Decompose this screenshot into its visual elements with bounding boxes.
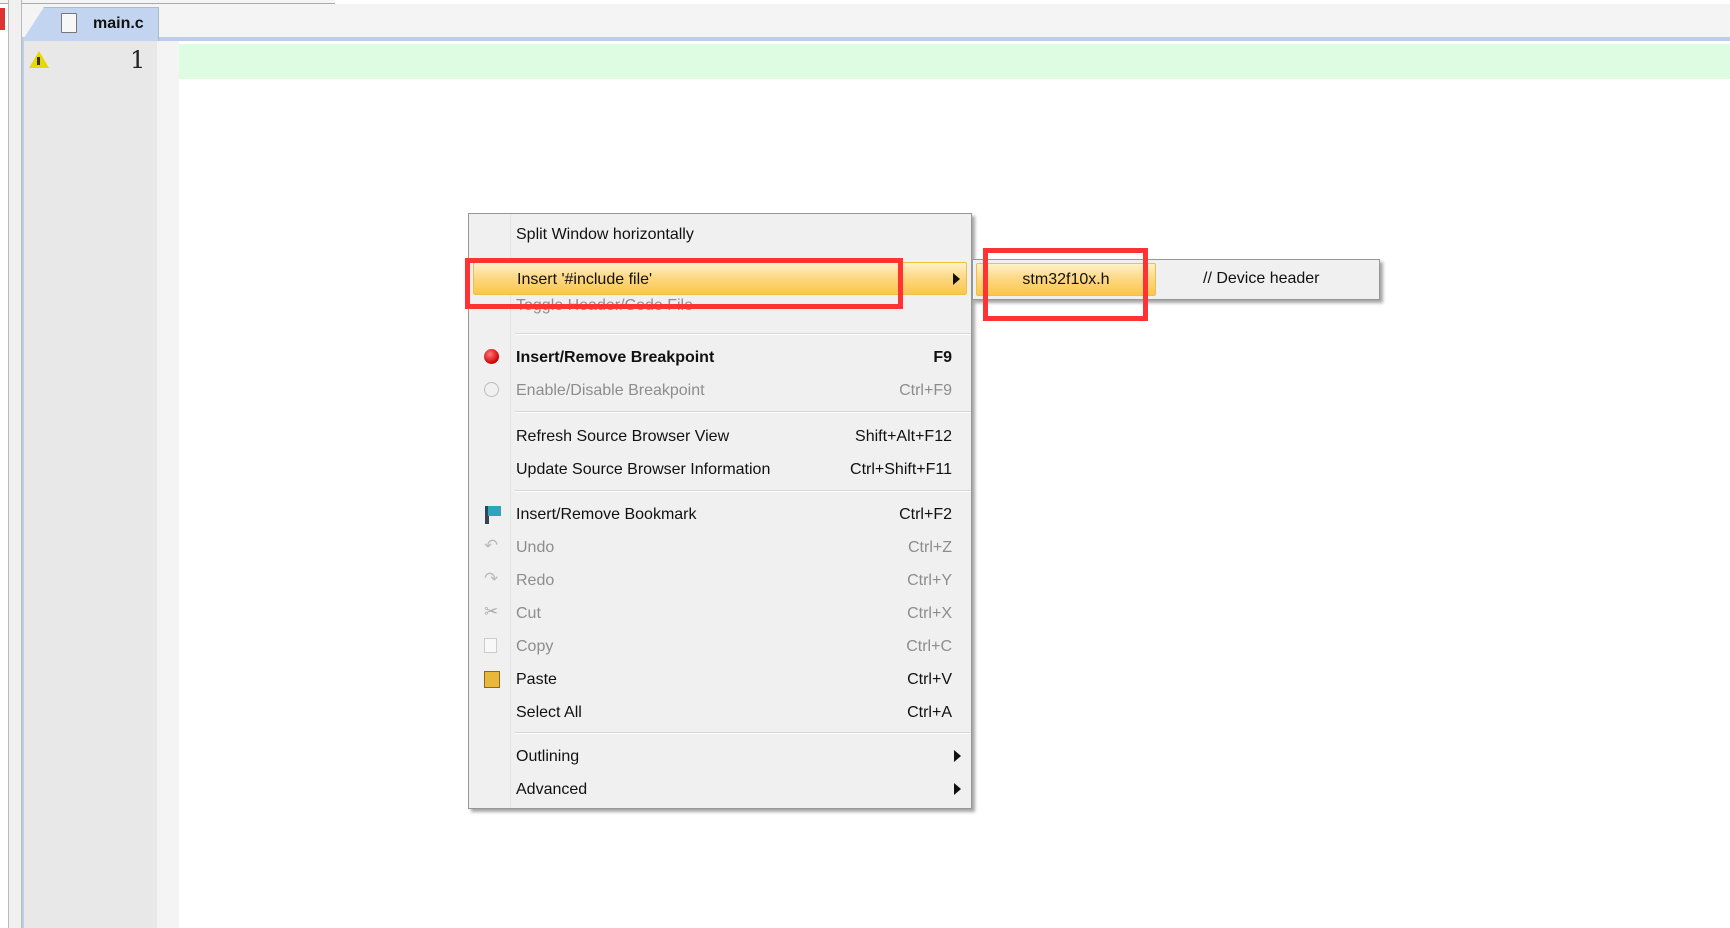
bookmark-flag-cloth	[488, 506, 501, 516]
menu-item-shortcut: F9	[933, 349, 952, 366]
warning-icon-mark	[37, 57, 40, 65]
menu-separator	[515, 732, 971, 734]
menu-item-redo[interactable]: ↷ Redo Ctrl+Y	[473, 564, 967, 597]
menu-separator	[515, 333, 971, 335]
scissors-icon: ✂	[484, 602, 499, 621]
red-indicator	[0, 8, 5, 30]
tab-label: main.c	[93, 15, 144, 32]
paste-icon	[484, 671, 500, 688]
menu-item-cut[interactable]: ✂ Cut Ctrl+X	[473, 597, 967, 630]
annotation-box-header-file	[983, 248, 1148, 321]
menu-item-bookmark[interactable]: Insert/Remove Bookmark Ctrl+F2	[473, 498, 967, 531]
outline-margin	[157, 41, 179, 928]
submenu-item-description: // Device header	[1203, 270, 1320, 287]
menu-item-label: Redo	[516, 572, 555, 589]
menu-separator	[515, 411, 971, 413]
menu-item-label: Update Source Browser Information	[516, 461, 771, 478]
menu-item-label: Advanced	[516, 781, 588, 798]
annotation-box-include	[465, 258, 903, 309]
menu-item-label: Paste	[516, 671, 557, 688]
submenu-arrow-icon	[953, 273, 960, 285]
menu-item-advanced[interactable]: Advanced	[473, 773, 967, 806]
line-number: 1	[130, 46, 146, 74]
menu-item-shortcut: Ctrl+F9	[899, 382, 952, 399]
menu-item-label: Outlining	[516, 748, 580, 765]
copy-icon	[484, 638, 497, 653]
file-icon	[61, 13, 77, 33]
breakpoint-outline-icon	[484, 382, 499, 397]
menu-item-label: Enable/Disable Breakpoint	[516, 382, 705, 399]
tab-bar	[22, 4, 1730, 41]
menu-item-shortcut: Ctrl+A	[907, 704, 952, 721]
menu-item-paste[interactable]: Paste Ctrl+V	[473, 663, 967, 696]
menu-item-outlining[interactable]: Outlining	[473, 740, 967, 773]
line-gutter	[22, 41, 157, 928]
menu-item-shortcut: Ctrl+Shift+F11	[850, 461, 952, 478]
menu-item-label: Copy	[516, 638, 554, 655]
menu-item-shortcut: Ctrl+V	[907, 671, 952, 688]
menu-item-enable-disable-breakpoint[interactable]: Enable/Disable Breakpoint Ctrl+F9	[473, 374, 967, 407]
submenu-arrow-icon	[954, 783, 961, 795]
redo-icon: ↷	[484, 569, 499, 588]
menu-item-label: Insert/Remove Breakpoint	[516, 349, 715, 366]
menu-item-shortcut: Ctrl+F2	[899, 506, 952, 523]
left-frame	[8, 0, 22, 928]
menu-item-label: Select All	[516, 704, 582, 721]
menu-item-label: Split Window horizontally	[516, 226, 694, 243]
menu-item-shortcut: Ctrl+C	[906, 638, 952, 655]
menu-item-label: Cut	[516, 605, 541, 622]
menu-item-shortcut: Shift+Alt+F12	[855, 428, 952, 445]
menu-item-select-all[interactable]: Select All Ctrl+A	[473, 696, 967, 729]
menu-item-refresh-source-browser[interactable]: Refresh Source Browser View Shift+Alt+F1…	[473, 420, 967, 453]
menu-item-split-window[interactable]: Split Window horizontally	[473, 218, 967, 251]
menu-item-label: Undo	[516, 539, 555, 556]
menu-item-update-source-browser[interactable]: Update Source Browser Information Ctrl+S…	[473, 453, 967, 486]
menu-item-insert-remove-breakpoint[interactable]: Insert/Remove Breakpoint F9	[473, 341, 967, 374]
menu-item-shortcut: Ctrl+Z	[908, 539, 952, 556]
menu-item-undo[interactable]: ↶ Undo Ctrl+Z	[473, 531, 967, 564]
menu-item-shortcut: Ctrl+Y	[907, 572, 952, 589]
menu-item-copy[interactable]: Copy Ctrl+C	[473, 630, 967, 663]
current-line-highlight[interactable]	[179, 44, 1730, 79]
undo-icon: ↶	[484, 536, 499, 555]
tab-main-c[interactable]: main.c	[22, 7, 159, 41]
menu-item-shortcut: Ctrl+X	[907, 605, 952, 622]
menu-item-label: Refresh Source Browser View	[516, 428, 730, 445]
breakpoint-icon	[484, 349, 499, 364]
menu-item-label: Insert/Remove Bookmark	[516, 506, 697, 523]
submenu-arrow-icon	[954, 750, 961, 762]
menu-separator	[515, 490, 971, 492]
